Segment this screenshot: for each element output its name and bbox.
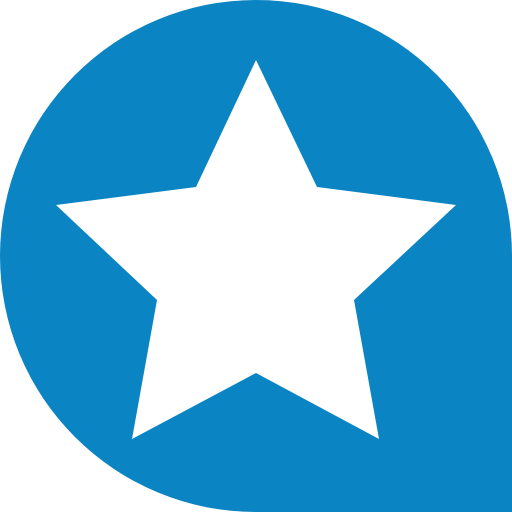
star-badge-icon [0, 0, 512, 512]
app-icon [0, 0, 512, 512]
